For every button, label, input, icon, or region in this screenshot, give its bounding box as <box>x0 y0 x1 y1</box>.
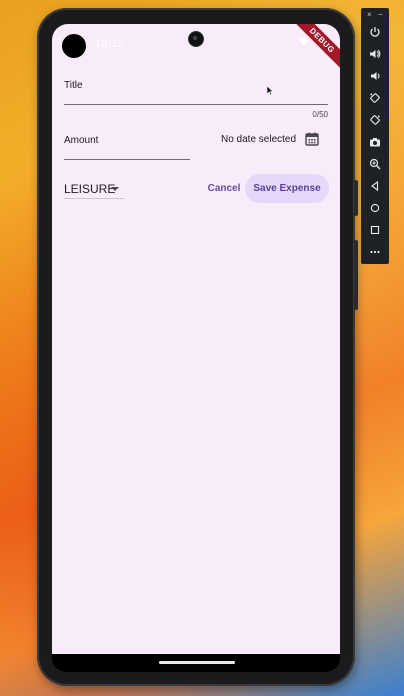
volume-down-icon <box>371 72 380 80</box>
power-icon <box>370 27 380 37</box>
calendar-button[interactable] <box>303 130 321 148</box>
power-button[interactable] <box>361 21 389 43</box>
gesture-navigation-bar <box>52 654 340 672</box>
rotate-left-button[interactable] <box>361 87 389 109</box>
rotate-right-icon <box>370 115 380 125</box>
save-expense-button[interactable]: Save Expense <box>245 174 329 203</box>
zoom-icon <box>369 158 381 170</box>
home-icon <box>370 203 380 213</box>
category-value: LEISURE <box>64 182 116 196</box>
volume-down-button[interactable] <box>361 65 389 87</box>
title-input[interactable] <box>64 90 328 105</box>
title-char-counter: 0/50 <box>312 110 328 119</box>
volume-key[interactable] <box>354 240 358 310</box>
category-dropdown[interactable]: LEISURE <box>64 180 124 199</box>
more-icon <box>370 250 380 254</box>
power-key[interactable] <box>354 180 358 216</box>
mouse-pointer-icon <box>267 86 274 96</box>
debug-banner: DEBUG <box>289 24 340 74</box>
volume-up-icon <box>370 49 381 59</box>
overview-button[interactable] <box>361 219 389 241</box>
camera-icon <box>370 138 380 147</box>
zoom-button[interactable] <box>361 153 389 175</box>
overview-icon <box>370 225 380 235</box>
close-window-button[interactable]: × <box>367 10 372 19</box>
back-icon <box>371 180 379 192</box>
status-time: 10:12 <box>95 38 125 50</box>
app-screen: 10:12 DEBUG Title 0/50 Amount No date se… <box>52 24 340 654</box>
minimize-window-button[interactable]: − <box>378 10 383 19</box>
wifi-icon <box>298 37 310 50</box>
home-gesture-handle[interactable] <box>159 661 235 664</box>
rotate-left-icon <box>370 93 380 103</box>
cancel-button[interactable]: Cancel <box>204 176 244 200</box>
back-button[interactable] <box>361 175 389 197</box>
amount-input[interactable] <box>64 145 190 160</box>
volume-up-button[interactable] <box>361 43 389 65</box>
more-button[interactable] <box>361 241 389 263</box>
emulator-toolbar: × − <box>361 8 389 264</box>
home-button[interactable] <box>361 197 389 219</box>
calendar-icon <box>305 132 319 146</box>
status-profile-icon <box>62 34 86 58</box>
dropdown-arrow-icon <box>111 187 119 191</box>
selected-date-text: No date selected <box>221 134 297 145</box>
phone-frame: 10:12 DEBUG Title 0/50 Amount No date se… <box>37 8 358 686</box>
rotate-right-button[interactable] <box>361 109 389 131</box>
screenshot-button[interactable] <box>361 131 389 153</box>
front-camera <box>189 32 203 46</box>
